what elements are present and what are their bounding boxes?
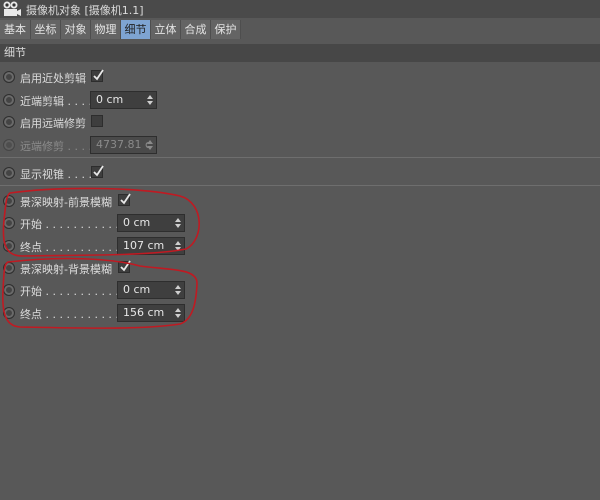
animate-radio-icon[interactable] (3, 167, 15, 179)
tab-object[interactable]: 对象 (61, 20, 91, 39)
show-cone-label: 显示视锥 . . . . (20, 168, 92, 181)
dof-back-end-field[interactable]: 156 cm (117, 304, 185, 322)
title-bar: 摄像机对象 [摄像机1.1] (0, 0, 600, 18)
dof-back-end-row: 终点 . . . . . . . . . . . . 156 cm (0, 303, 600, 323)
spinner-icon[interactable] (147, 94, 153, 106)
check-icon (93, 69, 104, 81)
show-cone-checkbox[interactable] (91, 165, 104, 178)
far-clip-enable-label: 启用远端修剪 (20, 117, 86, 130)
dof-front-row: 景深映射-前景模糊 (0, 191, 600, 211)
dof-front-start-label: 开始 . . . . . . . . . . . . (20, 218, 126, 231)
camera-icon (3, 1, 21, 16)
dof-front-end-row: 终点 . . . . . . . . . . . . 107 cm (0, 236, 600, 256)
dof-back-start-label: 开始 . . . . . . . . . . . . (20, 285, 126, 298)
dof-back-start-row: 开始 . . . . . . . . . . . . 0 cm (0, 280, 600, 300)
spinner-icon[interactable] (175, 307, 181, 319)
dof-front-end-label: 终点 . . . . . . . . . . . . (20, 241, 126, 254)
near-clip-enable-row: 启用近处剪辑 (0, 67, 600, 87)
near-clip-value: 0 cm (96, 93, 124, 106)
near-clip-value-label: 近端剪辑 . . . . (20, 95, 92, 108)
spinner-icon (147, 140, 153, 150)
tab-bar: 基本 坐标 对象 物理 细节 立体 合成 保护 (0, 20, 600, 40)
dof-front-checkbox[interactable] (118, 193, 131, 206)
spinner-icon[interactable] (175, 284, 181, 296)
dof-front-start-row: 开始 . . . . . . . . . . . . 0 cm (0, 213, 600, 233)
section-header: 细节 (0, 44, 600, 62)
animate-radio-icon[interactable] (3, 195, 15, 207)
far-clip-value-row: 远端修剪 . . . . 4737.81 c (0, 135, 600, 155)
far-clip-field: 4737.81 c (90, 136, 157, 154)
animate-radio-icon[interactable] (3, 217, 15, 229)
animate-radio-icon[interactable] (3, 262, 15, 274)
window-title: 摄像机对象 [摄像机1.1] (26, 4, 144, 17)
near-clip-field[interactable]: 0 cm (90, 91, 157, 109)
tab-coordinates[interactable]: 坐标 (31, 20, 61, 39)
dof-front-label: 景深映射-前景模糊 (20, 196, 112, 209)
animate-radio-icon[interactable] (3, 307, 15, 319)
tab-details[interactable]: 细节 (121, 20, 151, 39)
animate-radio-icon[interactable] (3, 240, 15, 252)
tab-protection[interactable]: 保护 (211, 20, 241, 39)
tab-physics[interactable]: 物理 (91, 20, 121, 39)
dof-front-end-value: 107 cm (123, 239, 165, 252)
check-icon (120, 260, 131, 272)
dof-back-end-label: 终点 . . . . . . . . . . . . (20, 308, 126, 321)
animate-radio-icon[interactable] (3, 94, 15, 106)
far-clip-value-label: 远端修剪 . . . . (20, 140, 92, 153)
dof-front-end-field[interactable]: 107 cm (117, 237, 185, 255)
far-clip-enable-row: 启用远端修剪 (0, 112, 600, 132)
near-clip-value-row: 近端剪辑 . . . . 0 cm (0, 90, 600, 110)
check-icon (120, 193, 131, 205)
far-clip-checkbox[interactable] (91, 115, 103, 127)
section-title: 细节 (4, 46, 26, 59)
tab-compositing[interactable]: 合成 (181, 20, 211, 39)
animate-radio-icon (3, 139, 15, 151)
spinner-icon[interactable] (175, 240, 181, 252)
dof-back-start-field[interactable]: 0 cm (117, 281, 185, 299)
dof-back-checkbox[interactable] (118, 260, 131, 273)
spinner-icon[interactable] (175, 217, 181, 229)
dof-back-row: 景深映射-背景模糊 (0, 258, 600, 278)
animate-radio-icon[interactable] (3, 284, 15, 296)
near-clip-checkbox[interactable] (91, 69, 104, 82)
divider (0, 185, 600, 186)
dof-front-start-field[interactable]: 0 cm (117, 214, 185, 232)
tab-stereo[interactable]: 立体 (151, 20, 181, 39)
dof-front-start-value: 0 cm (123, 216, 151, 229)
animate-radio-icon[interactable] (3, 116, 15, 128)
far-clip-value: 4737.81 c (96, 138, 152, 151)
animate-radio-icon[interactable] (3, 71, 15, 83)
divider (0, 157, 600, 158)
check-icon (93, 165, 104, 177)
tab-basic[interactable]: 基本 (0, 20, 31, 39)
dof-back-label: 景深映射-背景模糊 (20, 263, 112, 276)
dof-back-start-value: 0 cm (123, 283, 151, 296)
show-cone-row: 显示视锥 . . . . (0, 163, 600, 183)
near-clip-enable-label: 启用近处剪辑 (20, 72, 86, 85)
dof-back-end-value: 156 cm (123, 306, 165, 319)
